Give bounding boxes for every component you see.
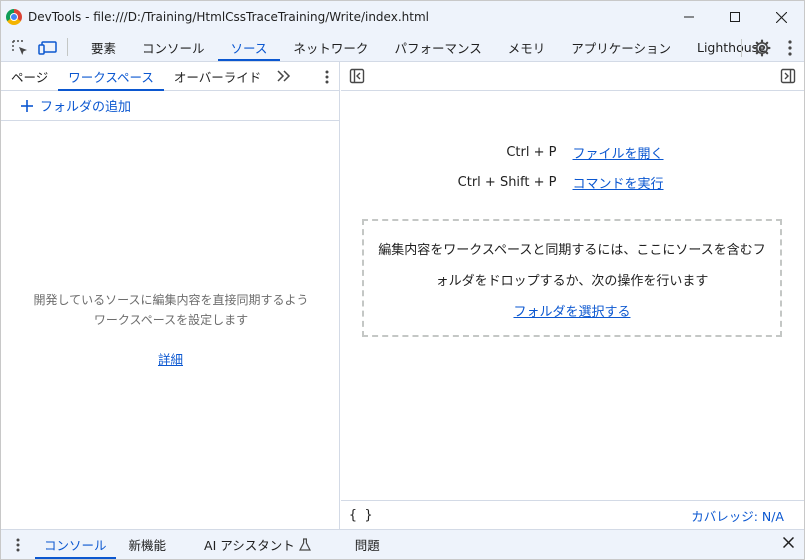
toolbar-divider bbox=[741, 38, 742, 57]
tab-network[interactable]: ネットワーク bbox=[280, 33, 381, 61]
toggle-navigator-button[interactable] bbox=[349, 68, 365, 88]
run-command-link[interactable]: コマンドを実行 bbox=[573, 173, 693, 192]
window-controls bbox=[666, 1, 804, 33]
ai-assistant-label: AI アシスタント bbox=[204, 538, 295, 553]
settings-button[interactable] bbox=[748, 33, 776, 62]
learn-more-label[interactable]: 詳細 bbox=[158, 352, 183, 367]
device-mode-icon bbox=[38, 40, 57, 55]
shortcut-run-command: Ctrl + Shift + P コマンドを実行 bbox=[341, 173, 804, 192]
tab-memory[interactable]: メモリ bbox=[495, 33, 559, 61]
minimize-icon bbox=[684, 16, 694, 18]
tab-page[interactable]: ページ bbox=[1, 62, 58, 90]
double-chevron-right-icon bbox=[277, 70, 291, 82]
close-icon bbox=[782, 536, 795, 549]
pretty-print-icon[interactable]: { } bbox=[349, 508, 372, 523]
sources-editor: Ctrl + P ファイルを開く Ctrl + Shift + P コマンドを実… bbox=[341, 62, 804, 529]
tab-performance[interactable]: パフォーマンス bbox=[381, 33, 494, 61]
drawer-tab-whats-new[interactable]: 新機能 bbox=[120, 530, 176, 559]
tab-workspace[interactable]: ワークスペース bbox=[58, 62, 164, 91]
more-tabs-button[interactable] bbox=[271, 62, 297, 90]
navigator-tabbar: ページ ワークスペース オーバーライド bbox=[1, 62, 339, 91]
device-toolbar-button[interactable] bbox=[37, 33, 59, 62]
maximize-icon bbox=[730, 12, 740, 22]
drawer-menu-button[interactable] bbox=[1, 530, 35, 559]
tab-overrides[interactable]: オーバーライド bbox=[164, 62, 271, 90]
dropzone-text-line2: ォルダをドロップするか、次の操作を行います bbox=[435, 274, 709, 289]
shortcut-keys: Ctrl + Shift + P bbox=[457, 175, 557, 190]
shortcut-open-file: Ctrl + P ファイルを開く bbox=[341, 143, 804, 162]
editor-status-bar: { } カバレッジ: N/A bbox=[341, 500, 804, 529]
minimize-button[interactable] bbox=[666, 1, 712, 33]
add-folder-button[interactable]: フォルダの追加 bbox=[1, 91, 339, 121]
learn-more-link[interactable]: 詳細 bbox=[1, 349, 340, 368]
workspace-empty-message: 開発しているソースに編集内容を直接同期するようワークスペースを設定します bbox=[33, 293, 309, 327]
drawer-tab-issues[interactable]: 問題 bbox=[346, 530, 389, 559]
customize-devtools-button[interactable] bbox=[776, 33, 804, 62]
title-bar: DevTools - file:///D:/Training/HtmlCssTr… bbox=[1, 1, 804, 33]
window-title: DevTools - file:///D:/Training/HtmlCssTr… bbox=[28, 10, 429, 24]
toolbar-divider bbox=[67, 38, 68, 56]
more-vertical-icon bbox=[788, 39, 792, 56]
flask-icon bbox=[298, 538, 311, 551]
tab-application[interactable]: アプリケーション bbox=[558, 33, 684, 61]
inspect-cursor-icon bbox=[12, 39, 27, 55]
tab-sources[interactable]: ソース bbox=[217, 33, 281, 61]
sources-navigator: ページ ワークスペース オーバーライド フォルダの追加 開発しているソースに編集… bbox=[1, 62, 340, 529]
dropzone-text-line1: 編集内容をワークスペースと同期するには、ここにソースを含むフ bbox=[378, 243, 766, 258]
more-vertical-icon bbox=[16, 538, 20, 551]
toolbar-right-actions bbox=[741, 33, 804, 62]
more-vertical-icon bbox=[325, 70, 329, 83]
shortcut-keys: Ctrl + P bbox=[506, 145, 557, 160]
plus-icon bbox=[20, 99, 34, 113]
devtools-window: DevTools - file:///D:/Training/HtmlCssTr… bbox=[0, 0, 805, 560]
chrome-logo-icon bbox=[6, 9, 22, 25]
maximize-button[interactable] bbox=[712, 1, 758, 33]
drawer-tab-console[interactable]: コンソール bbox=[35, 530, 116, 559]
inspect-element-button[interactable] bbox=[9, 33, 31, 62]
toggle-debugger-button[interactable] bbox=[780, 68, 796, 88]
coverage-status[interactable]: カバレッジ: N/A bbox=[691, 506, 784, 525]
workspace-dropzone[interactable]: 編集内容をワークスペースと同期するには、ここにソースを含むフ ォルダをドロップす… bbox=[362, 219, 782, 337]
close-drawer-button[interactable] bbox=[782, 536, 795, 552]
close-icon bbox=[775, 11, 787, 23]
add-folder-label: フォルダの追加 bbox=[40, 100, 132, 115]
editor-toolbar bbox=[341, 62, 804, 91]
select-folder-link[interactable]: フォルダを選択する bbox=[513, 305, 630, 320]
drawer-tabbar: コンソール 新機能 AI アシスタント 問題 bbox=[1, 529, 804, 559]
tab-console[interactable]: コンソール bbox=[129, 33, 218, 61]
main-panel-tabbar: 要素 コンソール ソース ネットワーク パフォーマンス メモリ アプリケーション… bbox=[1, 33, 804, 62]
drawer-tab-ai-assistant[interactable]: AI アシスタント bbox=[195, 530, 320, 559]
sidebar-right-toggle-icon bbox=[780, 68, 796, 84]
open-file-link[interactable]: ファイルを開く bbox=[573, 143, 693, 162]
close-window-button[interactable] bbox=[758, 1, 804, 33]
navigator-menu-button[interactable] bbox=[325, 62, 329, 91]
sidebar-left-toggle-icon bbox=[349, 68, 365, 84]
tab-elements[interactable]: 要素 bbox=[78, 33, 129, 61]
gear-icon bbox=[753, 39, 771, 56]
